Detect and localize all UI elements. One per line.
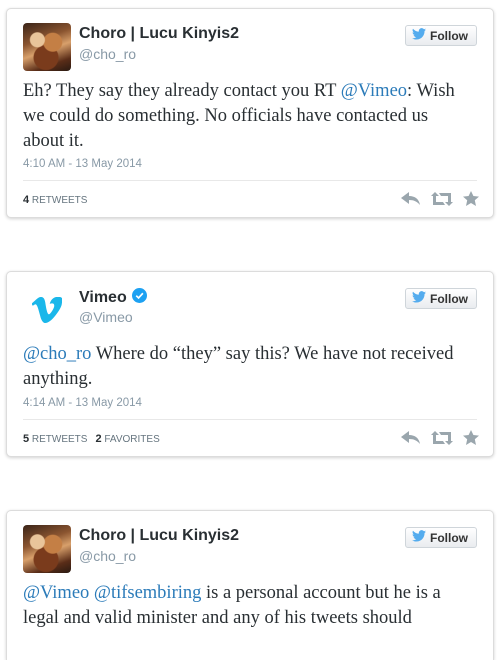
follow-button[interactable]: Follow [405, 25, 477, 46]
avatar[interactable] [23, 525, 71, 573]
retweet-count[interactable]: 5 RETWEETS [23, 433, 87, 445]
twitter-bird-icon [412, 28, 426, 43]
retweet-count[interactable]: 4 RETWEETS [23, 194, 87, 206]
tweet-stats: 4 RETWEETS [23, 194, 87, 206]
vimeo-logo-icon [23, 286, 71, 334]
timestamp[interactable]: 4:14 AM - 13 May 2014 [23, 397, 142, 409]
reply-icon[interactable] [401, 191, 421, 206]
tweet-actions [401, 430, 479, 445]
tweet-text-part: Eh? They say they already contact you RT [23, 81, 341, 101]
retweet-icon[interactable] [431, 430, 453, 445]
follow-label: Follow [430, 291, 468, 306]
display-name[interactable]: Choro | Lucu Kinyis2 [79, 527, 239, 545]
tweet-text: @Vimeo @tifsembiring is a personal accou… [23, 581, 473, 631]
user-handle[interactable]: @cho_ro [79, 46, 136, 62]
timestamp[interactable]: 4:10 AM - 13 May 2014 [23, 158, 142, 170]
tweet-text: Eh? They say they already contact you RT… [23, 79, 473, 154]
avatar[interactable] [23, 23, 71, 71]
divider [23, 180, 477, 181]
mention-link[interactable]: @Vimeo [341, 81, 407, 101]
tweet-actions [401, 191, 479, 206]
mention-link[interactable]: @tifsembiring [94, 583, 201, 603]
display-name[interactable]: Choro | Lucu Kinyis2 [79, 25, 239, 43]
avatar[interactable] [23, 286, 71, 334]
reply-icon[interactable] [401, 430, 421, 445]
favorite-count[interactable]: 2 FAVORITES [95, 433, 159, 445]
follow-label: Follow [430, 28, 468, 43]
follow-button[interactable]: Follow [405, 527, 477, 548]
follow-button[interactable]: Follow [405, 288, 477, 309]
twitter-bird-icon [412, 291, 426, 306]
tweet-card: Choro | Lucu Kinyis2 @cho_ro Follow @Vim… [6, 510, 494, 660]
tweet-card: Choro | Lucu Kinyis2 @cho_ro Follow Eh? … [6, 8, 494, 218]
twitter-bird-icon [412, 530, 426, 545]
mention-link[interactable]: @Vimeo [23, 583, 89, 603]
display-name[interactable]: Vimeo [79, 289, 127, 307]
divider [23, 419, 477, 420]
tweet-stats: 5 RETWEETS 2 FAVORITES [23, 433, 160, 445]
retweet-icon[interactable] [431, 191, 453, 206]
follow-label: Follow [430, 530, 468, 545]
user-handle[interactable]: @cho_ro [79, 548, 136, 564]
tweet-card: Vimeo @Vimeo Follow @cho_ro Where do “th… [6, 271, 494, 457]
verified-badge-icon [131, 288, 147, 308]
user-handle[interactable]: @Vimeo [79, 309, 133, 325]
favorite-star-icon[interactable] [463, 191, 479, 206]
mention-link[interactable]: @cho_ro [23, 344, 91, 364]
favorite-star-icon[interactable] [463, 430, 479, 445]
tweet-text: @cho_ro Where do “they” say this? We hav… [23, 342, 473, 392]
